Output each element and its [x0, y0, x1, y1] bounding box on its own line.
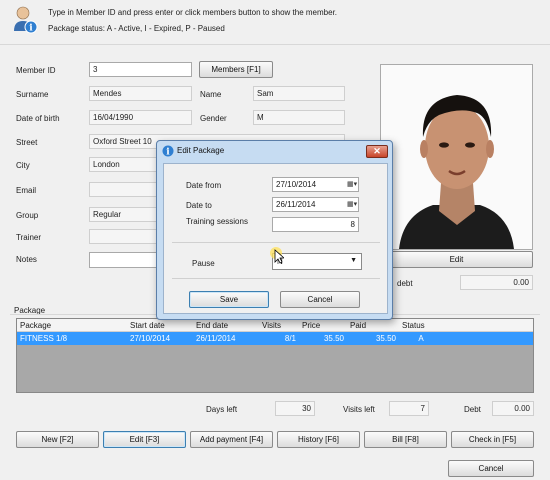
new-button[interactable]: New [F2]	[16, 431, 99, 448]
date-to-picker[interactable]: 26/11/2014 ▦▾	[272, 197, 359, 212]
close-icon: ✕	[373, 146, 381, 156]
bill-button[interactable]: Bill [F8]	[364, 431, 447, 448]
member-debt-field: 0.00	[460, 275, 533, 290]
date-from-value: 27/10/2014	[276, 180, 317, 189]
gender-field[interactable]: M	[253, 110, 345, 125]
cell-package: FITNESS 1/8	[20, 334, 68, 343]
dialog-close-button[interactable]: ✕	[366, 145, 388, 158]
visits-left-field: 7	[389, 401, 429, 416]
column-header-package[interactable]: Package	[17, 319, 127, 331]
cell-end-date: 26/11/2014	[196, 334, 236, 343]
cell-start-date: 27/10/2014	[130, 334, 171, 343]
dialog-save-button[interactable]: Save	[189, 291, 269, 308]
dialog-body: Date from 27/10/2014 ▦▾ Date to 26/11/20…	[163, 163, 388, 314]
group-field[interactable]: Regular	[89, 207, 159, 222]
edit-button[interactable]: Edit [F3]	[103, 431, 186, 448]
column-header-visits[interactable]: Visits	[259, 319, 299, 331]
header-divider	[0, 44, 550, 45]
group-label: Group	[16, 211, 39, 220]
svg-text:i: i	[29, 24, 33, 34]
date-from-label: Date from	[186, 181, 222, 190]
debt-label: Debt	[464, 405, 481, 414]
table-row[interactable]: FITNESS 1/8 27/10/2014 26/11/2014 8/1 35…	[17, 332, 533, 345]
column-header-paid[interactable]: Paid	[347, 319, 399, 331]
days-left-label: Days left	[206, 405, 238, 414]
cancel-button[interactable]: Cancel	[448, 460, 534, 477]
dialog-cancel-button[interactable]: Cancel	[280, 291, 360, 308]
dialog-divider	[172, 278, 380, 279]
date-from-picker[interactable]: 27/10/2014 ▦▾	[272, 177, 359, 192]
check-in-button[interactable]: Check in [F5]	[451, 431, 534, 448]
history-button[interactable]: History [F6]	[277, 431, 360, 448]
members-button[interactable]: Members [F1]	[199, 61, 273, 78]
column-header-start-date[interactable]: Start date	[127, 319, 193, 331]
dialog-title: Edit Package	[177, 146, 225, 155]
status-legend-text: Package status: A - Active, I - Expired,…	[48, 24, 225, 33]
cell-status: A	[418, 334, 424, 343]
trainer-label: Trainer	[16, 233, 42, 242]
date-to-label: Date to	[186, 201, 212, 210]
pause-label: Pause	[192, 259, 215, 268]
visits-left-label: Visits left	[343, 405, 375, 414]
package-table-header: Package Start date End date Visits Price…	[17, 319, 533, 332]
cell-visits: 8/1	[284, 334, 296, 343]
dialog-app-icon: i	[162, 145, 174, 158]
calendar-dropdown-icon[interactable]: ▦▾	[347, 200, 357, 209]
cell-paid: 35.50	[375, 334, 396, 343]
name-label: Name	[200, 90, 222, 99]
column-header-end-date[interactable]: End date	[193, 319, 259, 331]
member-id-label: Member ID	[16, 66, 56, 75]
training-sessions-label: Training sessions	[186, 217, 248, 226]
debt-field: 0.00	[492, 401, 534, 416]
dob-field[interactable]: 16/04/1990	[89, 110, 192, 125]
notes-label: Notes	[16, 255, 37, 264]
member-id-input[interactable]: 3	[89, 62, 192, 77]
city-label: City	[16, 161, 30, 170]
member-photo	[380, 64, 533, 250]
surname-label: Surname	[16, 90, 49, 99]
email-label: Email	[16, 186, 37, 195]
email-field[interactable]	[89, 182, 159, 197]
instruction-text: Type in Member ID and press enter or cli…	[48, 8, 338, 17]
mouse-cursor-icon	[270, 246, 286, 264]
notes-field[interactable]	[89, 252, 159, 268]
days-left-field: 30	[275, 401, 315, 416]
edit-package-dialog: i Edit Package ✕ Date from 27/10/2014 ▦▾…	[156, 140, 393, 320]
dob-label: Date of birth	[16, 114, 60, 123]
calendar-dropdown-icon[interactable]: ▦▾	[347, 180, 357, 189]
column-header-status[interactable]: Status	[399, 319, 443, 331]
surname-field[interactable]: Mendes	[89, 86, 192, 101]
member-debt-label: debt	[397, 279, 413, 288]
gender-label: Gender	[200, 114, 227, 123]
photo-edit-button[interactable]: Edit	[380, 251, 533, 268]
user-info-icon: i	[11, 4, 39, 36]
package-table[interactable]: Package Start date End date Visits Price…	[16, 318, 534, 393]
pause-select[interactable]: N ▼	[272, 253, 362, 270]
training-sessions-input[interactable]: 8	[272, 217, 359, 232]
date-to-value: 26/11/2014	[276, 200, 316, 209]
chevron-down-icon: ▼	[350, 257, 357, 264]
cell-price: 35.50	[323, 334, 344, 343]
street-label: Street	[16, 138, 38, 147]
name-field[interactable]: Sam	[253, 86, 345, 101]
svg-text:i: i	[166, 148, 170, 158]
trainer-field[interactable]	[89, 229, 159, 244]
column-header-price[interactable]: Price	[299, 319, 347, 331]
add-payment-button[interactable]: Add payment [F4]	[190, 431, 273, 448]
dialog-divider	[172, 242, 380, 243]
